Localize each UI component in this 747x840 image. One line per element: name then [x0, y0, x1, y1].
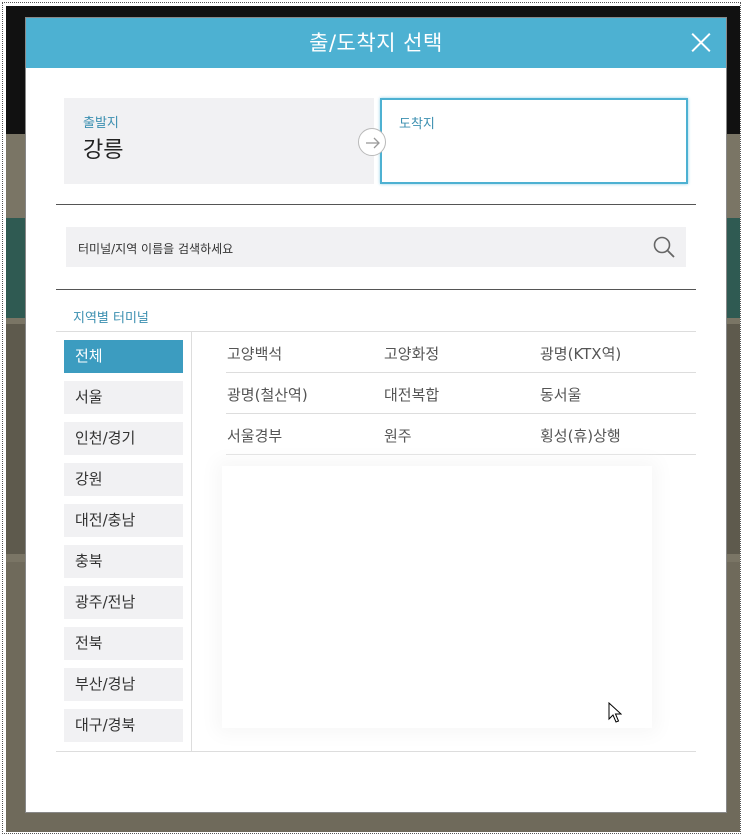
modal-title: 출/도착지 선택	[309, 31, 443, 55]
search-placeholder: 터미널/지역 이름을 검색하세요	[78, 242, 234, 256]
empty-area	[222, 466, 652, 728]
terminal-item[interactable]: 서울경부	[227, 425, 282, 446]
region-item-daegu-gyeongbuk[interactable]: 대구/경북	[64, 709, 183, 742]
origin-label: 출발지	[83, 116, 119, 131]
mouse-cursor-icon	[608, 702, 622, 723]
terminal-list: 고양백석 고양화정 광명(KTX역) 광명(철산역) 대전복합 동서울 서울경부…	[226, 332, 696, 455]
close-icon[interactable]	[690, 31, 712, 53]
destination-label: 도착지	[399, 117, 435, 132]
terminal-item[interactable]: 고양화정	[384, 343, 439, 364]
destination-box[interactable]: 도착지	[380, 98, 688, 184]
region-item-incheon-gyeonggi[interactable]: 인천/경기	[64, 422, 183, 455]
terminal-item[interactable]: 고양백석	[227, 343, 282, 364]
arrow-right-icon	[358, 128, 386, 156]
modal-header: 출/도착지 선택	[26, 18, 726, 68]
terminal-item[interactable]: 동서울	[540, 384, 581, 405]
terminal-item[interactable]: 대전복합	[384, 384, 439, 405]
terminal-item[interactable]: 횡성(휴)상행	[540, 425, 621, 446]
divider	[191, 331, 192, 751]
divider	[56, 289, 696, 290]
origin-destination-row: 출발지 강릉 도착지	[64, 98, 688, 184]
region-item-all[interactable]: 전체	[64, 340, 183, 373]
region-item-daejeon-chungnam[interactable]: 대전/충남	[64, 504, 183, 537]
terminal-row: 서울경부 원주 횡성(휴)상행	[226, 414, 696, 455]
region-item-chungbuk[interactable]: 충북	[64, 545, 183, 578]
search-icon[interactable]	[652, 235, 676, 259]
region-item-jeonbuk[interactable]: 전북	[64, 627, 183, 660]
origin-box[interactable]: 출발지 강릉	[64, 98, 374, 184]
divider	[56, 751, 696, 752]
region-list: 전체 서울 인천/경기 강원 대전/충남 충북 광주/전남 전북 부산/경남 대…	[64, 340, 183, 750]
region-section-title: 지역별 터미널	[73, 311, 149, 326]
divider	[56, 204, 696, 205]
region-item-gwangju-jeonnam[interactable]: 광주/전남	[64, 586, 183, 619]
region-item-seoul[interactable]: 서울	[64, 381, 183, 414]
terminal-row: 광명(철산역) 대전복합 동서울	[226, 373, 696, 414]
terminal-item[interactable]: 원주	[384, 425, 412, 446]
terminal-item[interactable]: 광명(KTX역)	[540, 343, 621, 364]
terminal-item[interactable]: 광명(철산역)	[227, 384, 308, 405]
terminal-row: 고양백석 고양화정 광명(KTX역)	[226, 332, 696, 373]
origin-value: 강릉	[83, 138, 124, 163]
terminal-select-modal: 출/도착지 선택 출발지 강릉 도착지 터미널/지역 이름을 검색하세요 지역별…	[26, 18, 726, 812]
region-item-gangwon[interactable]: 강원	[64, 463, 183, 496]
search-input[interactable]: 터미널/지역 이름을 검색하세요	[66, 227, 686, 267]
region-item-busan-gyeongnam[interactable]: 부산/경남	[64, 668, 183, 701]
